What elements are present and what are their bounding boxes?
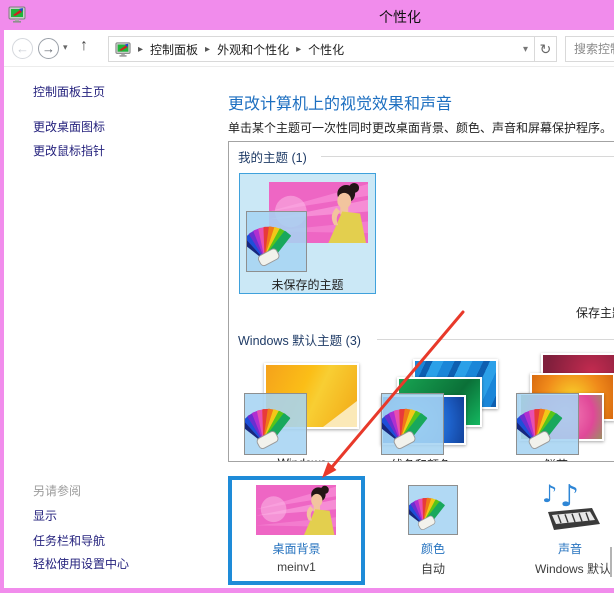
sidebar-item-display[interactable]: 显示 <box>33 507 57 524</box>
back-button[interactable]: ← <box>12 38 33 59</box>
desktop-background-value: meinv1 <box>228 560 365 574</box>
lines-colors-theme-label: 线条和颜色 <box>366 456 476 462</box>
sidebar-item-control-panel-home[interactable]: 控制面板主页 <box>33 83 105 100</box>
theme-gallery: 我的主题 (1) 未保存的主题 保存主题 Windows 默认主题 (3) Wi… <box>228 141 614 462</box>
color-fan-icon <box>381 393 444 455</box>
breadcrumb-control-panel[interactable]: 控制面板 <box>150 41 198 58</box>
flowers-theme-label: 鲜花 <box>501 456 611 462</box>
search-input[interactable] <box>565 36 614 62</box>
group-divider <box>321 156 614 157</box>
address-monitor-icon <box>115 41 131 57</box>
color-fan-icon <box>516 393 579 455</box>
group-divider <box>377 339 614 340</box>
my-themes-header: 我的主题 (1) <box>238 147 307 166</box>
theme-unsaved-selected[interactable]: 未保存的主题 <box>239 173 376 294</box>
breadcrumb-separator-icon: ▸ <box>138 44 143 55</box>
color-fan-icon <box>246 211 307 272</box>
refresh-button[interactable]: ↻ <box>534 36 557 62</box>
address-toolbar: ← → ▾ ↑ ▸ 控制面板 ▸ 外观和个性化 ▸ 个性化 ▾ ↻ <box>4 30 614 67</box>
see-also-header: 另请参阅 <box>33 482 81 499</box>
window-border-bottom <box>0 588 614 593</box>
forward-button[interactable]: → <box>38 38 59 59</box>
breadcrumb-personalization[interactable]: 个性化 <box>308 41 344 58</box>
svg-text:♪: ♪ <box>560 479 579 514</box>
color-label[interactable]: 颜色 <box>398 540 468 557</box>
address-dropdown-icon[interactable]: ▾ <box>523 44 528 55</box>
window-title: 个性化 <box>300 7 500 27</box>
back-icon: ← <box>16 42 29 55</box>
breadcrumb-appearance[interactable]: 外观和个性化 <box>217 41 289 58</box>
svg-text:♪: ♪ <box>542 480 557 508</box>
forward-icon: → <box>42 42 55 55</box>
page-subtitle: 单击某个主题可一次性同时更改桌面背景、颜色、声音和屏幕保护程序。 <box>228 119 612 136</box>
color-value: 自动 <box>398 560 468 577</box>
desktop-background-thumbnail <box>256 485 336 535</box>
up-button[interactable]: ↑ <box>80 37 88 55</box>
sidebar-item-ease-of-access[interactable]: 轻松使用设置中心 <box>33 555 129 572</box>
color-fan-icon <box>244 393 307 455</box>
recent-pages-dropdown[interactable]: ▾ <box>63 42 68 53</box>
personalization-window: 个性化 ← → ▾ ↑ ▸ 控制面板 ▸ 外观和个性化 ▸ 个性化 ▾ ↻ 控制… <box>0 0 614 595</box>
sound-value: Windows 默认 <box>523 560 614 577</box>
address-bar[interactable]: ▸ 控制面板 ▸ 外观和个性化 ▸ 个性化 ▾ <box>108 36 535 62</box>
personalization-window-icon <box>8 5 26 23</box>
sidebar-item-change-desktop-icons[interactable]: 更改桌面图标 <box>33 118 105 135</box>
desktop-background-label[interactable]: 桌面背景 <box>228 540 365 557</box>
clipped-next-item-edge <box>610 547 612 577</box>
sound-label[interactable]: 声音 <box>535 540 605 557</box>
windows-theme-label: Windows <box>247 456 357 462</box>
sidebar-item-taskbar-navigation[interactable]: 任务栏和导航 <box>33 532 105 549</box>
breadcrumb-separator-icon: ▸ <box>205 44 210 55</box>
windows-themes-header: Windows 默认主题 (3) <box>238 330 361 349</box>
sound-setting-icon[interactable]: ♪ ♪ <box>540 478 602 536</box>
sidebar-item-change-mouse-pointers[interactable]: 更改鼠标指针 <box>33 142 105 159</box>
save-theme-link[interactable]: 保存主题 <box>576 304 614 321</box>
page-title: 更改计算机上的视觉效果和声音 <box>228 90 452 114</box>
breadcrumb-separator-icon: ▸ <box>296 44 301 55</box>
color-setting-icon[interactable] <box>408 485 458 535</box>
window-border-left <box>0 30 4 593</box>
unsaved-theme-label: 未保存的主题 <box>240 276 375 293</box>
